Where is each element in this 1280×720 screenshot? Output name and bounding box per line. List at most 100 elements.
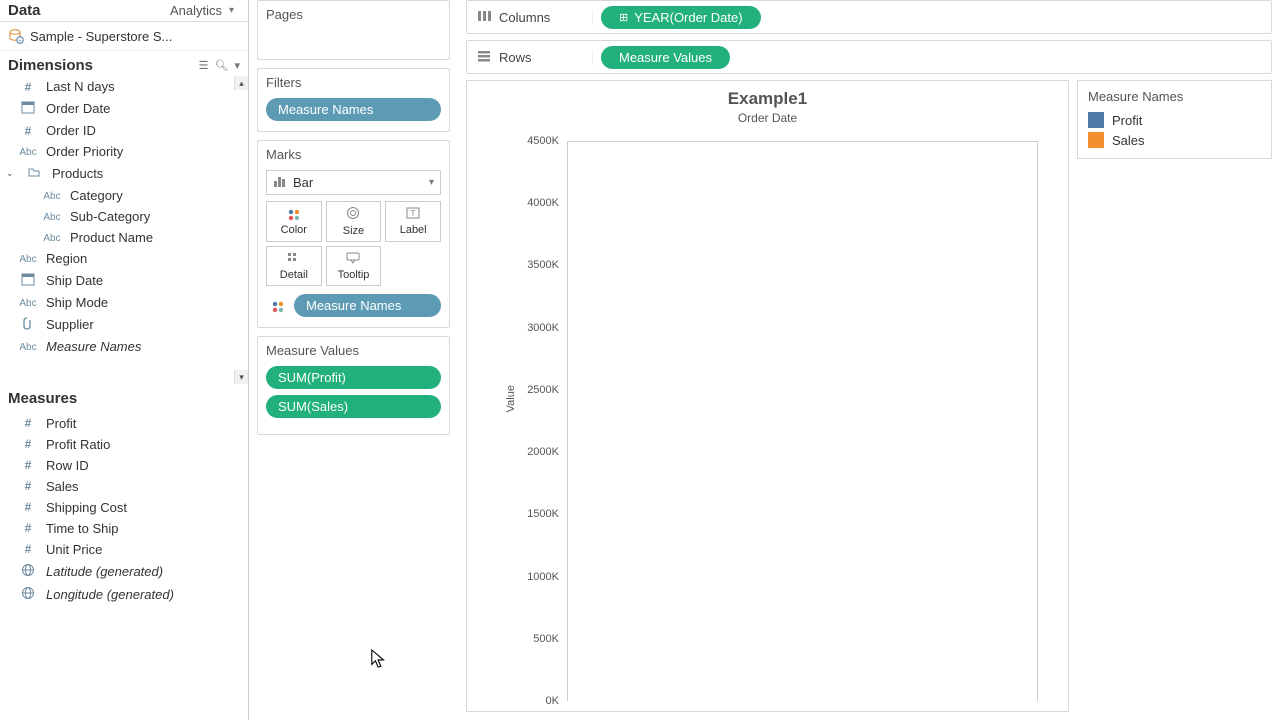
marks-label[interactable]: T Label (385, 201, 441, 242)
columns-shelf[interactable]: Columns ⊞ YEAR(Order Date) (466, 0, 1272, 34)
field-type-icon: # (18, 479, 38, 493)
y-tick: 500K (533, 633, 559, 645)
measure-field-unit-price[interactable]: #Unit Price (0, 539, 248, 560)
field-label: Profit (46, 416, 76, 431)
color-pill-measure-names[interactable]: Measure Names (294, 294, 441, 317)
measure-field-time-to-ship[interactable]: #Time to Ship (0, 518, 248, 539)
y-axis-ticks: 4500K4000K3500K3000K2500K2000K1500K1000K… (515, 141, 563, 701)
mark-type-select[interactable]: Bar (266, 170, 441, 195)
marks-tooltip[interactable]: Tooltip (326, 246, 382, 286)
measure-field-profit[interactable]: # Profit (0, 413, 248, 434)
field-type-icon (18, 316, 38, 333)
legend-item-sales[interactable]: Sales (1088, 130, 1261, 150)
legend-swatch (1088, 112, 1104, 128)
rows-shelf[interactable]: Rows Measure Values (466, 40, 1272, 74)
viz-title[interactable]: Example1 (467, 81, 1068, 109)
main-column: Columns ⊞ YEAR(Order Date) Rows Measure … (458, 0, 1280, 720)
y-tick: 0K (546, 695, 559, 707)
app-root: Data Analytics + Sample - Superstore S..… (0, 0, 1280, 720)
field-label: Profit Ratio (46, 437, 110, 452)
data-tab[interactable]: Data (8, 2, 124, 19)
measure-field-row-id[interactable]: #Row ID (0, 455, 248, 476)
color-legend[interactable]: Measure Names ProfitSales (1077, 80, 1272, 159)
dimension-field-ship-mode[interactable]: AbcShip Mode (0, 292, 248, 313)
mv-pill-sum-profit-[interactable]: SUM(Profit) (266, 366, 441, 389)
rows-icon (477, 50, 491, 65)
mv-pill-sum-sales-[interactable]: SUM(Sales) (266, 395, 441, 418)
marks-size[interactable]: Size (326, 201, 382, 242)
field-type-icon: Abc (42, 190, 62, 202)
legend-label: Sales (1112, 133, 1145, 148)
scroll-arrow-up[interactable]: ▴ (234, 76, 248, 90)
expand-caret-icon[interactable]: ⌄ (6, 168, 16, 179)
scroll-arrow-dn[interactable]: ▾ (234, 370, 248, 384)
dimensions-menu-icon[interactable]: ▾ (234, 59, 240, 72)
y-tick: 2000K (527, 446, 559, 458)
dimension-field-order-date[interactable]: Order Date (0, 97, 248, 120)
list-view-icon[interactable]: ☰ (199, 59, 209, 72)
dimension-field-category[interactable]: AbcCategory (0, 185, 248, 206)
field-type-icon: # (18, 80, 38, 94)
dimension-field-order-priority[interactable]: AbcOrder Priority (0, 141, 248, 162)
dimension-field-measure-names[interactable]: AbcMeasure Names (0, 336, 248, 357)
dimension-field-region[interactable]: AbcRegion (0, 248, 248, 269)
dimensions-list: #Last N daysOrder Date#Order IDAbcOrder … (0, 76, 248, 384)
size-icon (329, 206, 379, 223)
dimension-field-product-name[interactable]: AbcProduct Name (0, 227, 248, 248)
y-tick: 4000K (527, 197, 559, 209)
field-type-icon: # (18, 416, 38, 430)
rows-pill-measure-values[interactable]: Measure Values (601, 46, 730, 69)
field-label: Products (52, 166, 103, 181)
search-fields-icon[interactable]: 🔍︎ (215, 59, 229, 72)
sidebar-tab-header: Data Analytics (0, 0, 248, 22)
measure-values-title: Measure Values (258, 337, 449, 360)
measures-header: Measures (0, 384, 248, 413)
field-type-icon (18, 586, 38, 603)
field-label: Sales (46, 479, 79, 494)
marks-card: Marks Bar Color Size (257, 140, 450, 328)
columns-pill-year-order-date[interactable]: ⊞ YEAR(Order Date) (601, 6, 761, 29)
field-type-icon: # (18, 521, 38, 535)
dimension-field-order-id[interactable]: #Order ID (0, 120, 248, 141)
legend-item-profit[interactable]: Profit (1088, 110, 1261, 130)
plot-area[interactable] (567, 141, 1038, 701)
dimension-field-last-n-days[interactable]: #Last N days (0, 76, 248, 97)
measure-field-profit-ratio[interactable]: #Profit Ratio (0, 434, 248, 455)
dimension-field-supplier[interactable]: Supplier (0, 313, 248, 336)
dimension-field-sub-category[interactable]: AbcSub-Category (0, 206, 248, 227)
measure-field-latitude-generated-[interactable]: Latitude (generated) (0, 560, 248, 583)
columns-icon (477, 10, 491, 25)
datasource-name: Sample - Superstore S... (30, 29, 172, 44)
filter-pill-measure-names[interactable]: Measure Names (266, 98, 441, 121)
measure-field-sales[interactable]: # Sales (0, 476, 248, 497)
field-type-icon: Abc (18, 146, 38, 158)
columns-label: Columns (499, 10, 550, 25)
y-tick: 1000K (527, 571, 559, 583)
measure-values-shelf[interactable]: Measure Values SUM(Profit) SUM(Sales) (257, 336, 450, 435)
measure-field-shipping-cost[interactable]: #Shipping Cost (0, 497, 248, 518)
filters-shelf[interactable]: Filters Measure Names (257, 68, 450, 132)
dimensions-header: Dimensions ☰ 🔍︎ ▾ (0, 51, 248, 76)
marks-color-pill-row: Measure Names (266, 294, 441, 317)
analytics-tab-dropdown[interactable]: Analytics (124, 3, 240, 18)
field-type-icon: Abc (18, 297, 38, 309)
datasource-row[interactable]: + Sample - Superstore S... (0, 22, 248, 51)
field-label: Ship Date (46, 273, 103, 288)
worksheet-viz[interactable]: Example1 Order Date Value 4500K4000K3500… (466, 80, 1069, 712)
dimension-field-ship-date[interactable]: Ship Date (0, 269, 248, 292)
field-type-icon (18, 272, 38, 289)
measures-list: #Profit#Profit Ratio#Row ID#Sales#Shippi… (0, 413, 248, 720)
dimensions-title: Dimensions (8, 57, 193, 74)
marks-color[interactable]: Color (266, 201, 322, 242)
dimension-field-products[interactable]: ⌄ Products (0, 162, 248, 185)
legend-swatch (1088, 132, 1104, 148)
field-type-icon: Abc (18, 253, 38, 265)
field-label: Product Name (70, 230, 153, 245)
field-type-icon: # (18, 542, 38, 556)
marks-detail[interactable]: Detail (266, 246, 322, 286)
pages-title: Pages (258, 1, 449, 24)
field-type-icon: # (18, 458, 38, 472)
measure-field-longitude-generated-[interactable]: Longitude (generated) (0, 583, 248, 606)
pages-shelf[interactable]: Pages (257, 0, 450, 60)
legend-label: Profit (1112, 113, 1142, 128)
